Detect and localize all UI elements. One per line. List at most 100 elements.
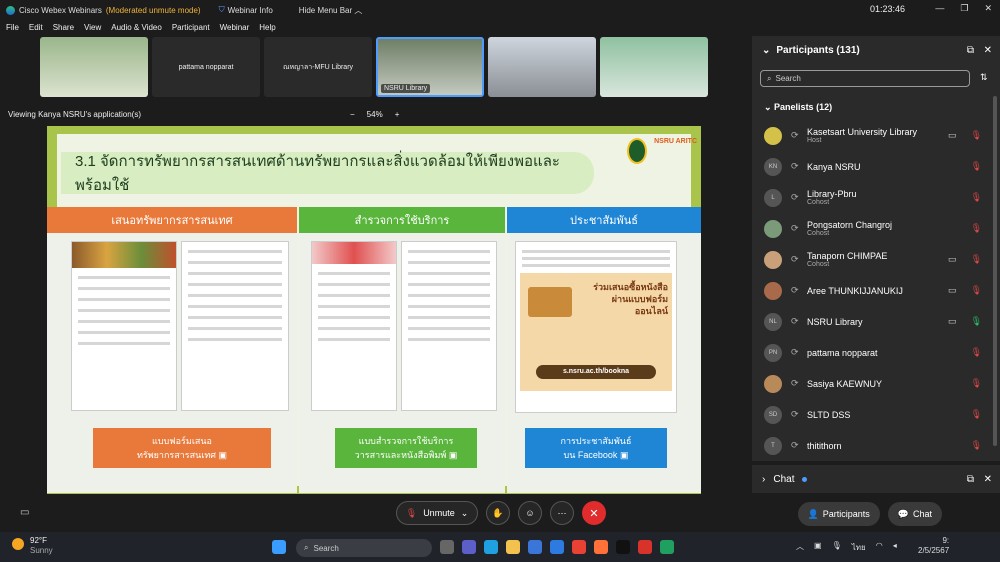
mic-off-icon[interactable]: 🎙 (971, 161, 982, 172)
panelist-name: pattama nopparat (807, 347, 878, 358)
video-icon[interactable]: ▭ (948, 130, 957, 141)
sort-icon[interactable]: ⇅ (980, 72, 988, 83)
shield-icon: ⛉ (218, 5, 225, 14)
panelist-row[interactable]: ⟳ Aree THUNKIJJANUKIJ ▭ 🎙 (752, 275, 1000, 306)
chrome-icon[interactable] (572, 540, 586, 554)
raise-hand-button[interactable]: ✋ (486, 501, 510, 525)
chevron-up-icon[interactable]: ︿ (796, 541, 804, 554)
hide-menu-bar-button[interactable]: Hide Menu Bar ︿ (299, 5, 363, 16)
participants-header[interactable]: ⌄ Participants (131) ⧉ ✕ (752, 36, 1000, 64)
propose-form-button[interactable]: แบบฟอร์มเสนอ ทรัพยากรสารสนเทศ ▣ (93, 428, 271, 468)
panelist-row[interactable]: ⟳ Sasiya KAEWNUY 🎙 (752, 368, 1000, 399)
firefox-icon[interactable] (594, 540, 608, 554)
language-indicator[interactable]: ไทย (852, 541, 866, 554)
menu-item[interactable]: View (84, 23, 101, 32)
close-panel-icon[interactable]: ✕ (984, 474, 992, 485)
mic-off-icon[interactable]: 🎙 (971, 347, 982, 358)
panelist-role: Cohost (807, 261, 830, 268)
captions-icon[interactable]: ▭ (20, 507, 29, 518)
mic-off-icon[interactable]: 🎙 (971, 192, 982, 203)
column-propose: เสนอทรัพยากรสารสนเทศ แบบฟอร์มเสนอ ทรัพยา… (47, 207, 297, 493)
menu-bar: File Edit Share View Audio & Video Participan… (0, 20, 276, 34)
leave-button[interactable]: ✕ (582, 501, 606, 525)
menu-item[interactable]: Participant (172, 23, 210, 32)
unmute-button[interactable]: 🎙 Unmute ⌄ (396, 501, 478, 525)
video-icon[interactable]: ▭ (948, 285, 957, 296)
panelist-row[interactable]: L ⟳ Library-Pbru Cohost 🎙 (752, 182, 1000, 213)
webex-taskbar-icon[interactable] (660, 540, 674, 554)
panelist-row[interactable]: NL ⟳ NSRU Library ▭ 🎙 (752, 306, 1000, 337)
weather-widget[interactable]: 92°F Sunny (12, 536, 53, 556)
mic-off-icon[interactable]: 🎙 (971, 254, 982, 265)
popout-icon[interactable]: ⧉ (967, 474, 974, 485)
video-thumbnail[interactable] (40, 37, 148, 97)
survey-form-button[interactable]: แบบสำรวจการใช้บริการ วารสารและหนังสือพิม… (335, 428, 477, 468)
mic-off-icon[interactable]: 🎙 (971, 409, 982, 420)
mic-off-icon[interactable]: 🎙 (971, 130, 982, 141)
video-icon[interactable]: ▭ (948, 316, 957, 327)
avatar (764, 219, 782, 238)
tiktok-icon[interactable] (616, 540, 630, 554)
panelists-section-title[interactable]: ⌄ Panelists (12) (764, 102, 832, 113)
teams-icon[interactable] (462, 540, 476, 554)
menu-item[interactable]: Share (53, 23, 74, 32)
app-icon[interactable] (638, 540, 652, 554)
column-survey: สำรวจการใช้บริการ แบบสำรวจการใช้บริการ ว… (299, 207, 505, 493)
panelist-row[interactable]: PN ⟳ pattama nopparat 🎙 (752, 337, 1000, 368)
taskbar-search[interactable]: ⌕ Search (296, 539, 432, 557)
panelist-row[interactable]: T ⟳ thitithorn 🎙 (752, 430, 1000, 461)
chat-panel-header[interactable]: › Chat ⧉ ✕ (752, 465, 1000, 493)
more-button[interactable]: ⋯ (550, 501, 574, 525)
menu-item[interactable]: Edit (29, 23, 43, 32)
video-thumbnail[interactable]: NSRU Library (376, 37, 484, 97)
reactions-button[interactable]: ☺ (518, 501, 542, 525)
webinar-info-button[interactable]: ⛉ Webinar Info (219, 5, 273, 15)
panelist-row[interactable]: ⟳ Pongsatorn Changroj Cohost 🎙 (752, 213, 1000, 244)
explorer-icon[interactable] (506, 540, 520, 554)
close-icon[interactable]: ✕ (984, 3, 992, 14)
facebook-pr-button[interactable]: การประชาสัมพันธ์ บน Facebook ▣ (525, 428, 667, 468)
video-icon[interactable]: ▭ (948, 254, 957, 265)
menu-item[interactable]: Audio & Video (111, 23, 162, 32)
chat-icon: 💬 (897, 508, 909, 519)
scrollbar[interactable] (993, 96, 997, 446)
maximize-icon[interactable]: ❐ (960, 3, 968, 14)
zoom-in-button[interactable]: + (395, 110, 400, 119)
menu-item[interactable]: Help (259, 23, 275, 32)
mic-on-icon[interactable]: 🎙 (971, 316, 982, 327)
video-thumbnail[interactable]: ณหญาลา-MFU Library (264, 37, 372, 97)
chat-button[interactable]: 💬 Chat (887, 502, 942, 526)
menu-item[interactable]: Webinar (220, 23, 250, 32)
video-thumbnail[interactable]: pattama nopparat (152, 37, 260, 97)
popout-icon[interactable]: ⧉ (967, 45, 974, 56)
search-input[interactable]: ⌕ Search (760, 70, 970, 87)
mail-icon[interactable] (550, 540, 564, 554)
panel-toggle-buttons: 👤 Participants 💬 Chat (797, 502, 942, 526)
mic-off-icon: 🎙 (405, 507, 418, 518)
panelist-row[interactable]: ⟳ Kasetsart University Library Host ▭ 🎙 (752, 120, 1000, 151)
mic-off-icon[interactable]: 🎙 (971, 440, 982, 451)
panelist-row[interactable]: SD ⟳ SLTD DSS 🎙 (752, 399, 1000, 430)
zoom-out-button[interactable]: − (350, 110, 355, 119)
participants-button[interactable]: 👤 Participants (797, 502, 880, 526)
mic-off-icon[interactable]: 🎙 (971, 378, 982, 389)
menu-item[interactable]: File (6, 23, 19, 32)
wifi-icon[interactable]: ◠ (876, 541, 883, 554)
video-thumbnail[interactable] (488, 37, 596, 97)
close-panel-icon[interactable]: ✕ (984, 45, 992, 56)
video-strip: pattama nopparat ณหญาลา-MFU Library NSRU L… (40, 37, 708, 97)
mic-off-icon[interactable]: 🎙 (971, 223, 982, 234)
network-icon[interactable]: ▣ (814, 541, 822, 554)
video-thumbnail[interactable] (600, 37, 708, 97)
edge-icon[interactable] (484, 540, 498, 554)
mic-icon[interactable]: 🎙 (832, 541, 842, 554)
taskview-icon[interactable] (440, 540, 454, 554)
panelist-row[interactable]: KN ⟳ Kanya NSRU 🎙 (752, 151, 1000, 182)
mic-off-icon[interactable]: 🎙 (971, 285, 982, 296)
taskbar-clock[interactable]: 9: 2/5/2567 (918, 536, 949, 556)
start-icon[interactable] (272, 540, 286, 554)
volume-icon[interactable]: ◂ (893, 541, 897, 554)
minimize-icon[interactable]: — (935, 3, 944, 14)
store-icon[interactable] (528, 540, 542, 554)
panelist-row[interactable]: ⟳ Tanaporn CHIMPAE Cohost ▭ 🎙 (752, 244, 1000, 275)
